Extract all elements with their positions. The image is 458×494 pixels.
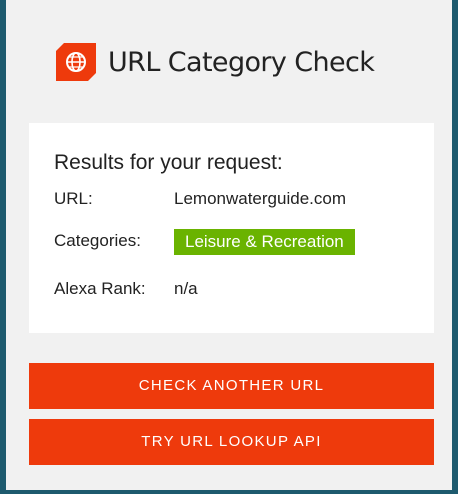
results-heading: Results for your request:	[54, 151, 283, 174]
category-badge: Leisure & Recreation	[174, 229, 355, 255]
categories-label: Categories:	[54, 231, 141, 250]
app-title: URL Category Check	[108, 46, 375, 78]
url-label: URL:	[54, 189, 93, 208]
check-another-url-button[interactable]: CHECK ANOTHER URL	[29, 363, 434, 409]
url-value: Lemonwaterguide.com	[174, 189, 346, 208]
globe-shield-icon	[56, 43, 96, 81]
try-url-lookup-api-button[interactable]: TRY URL LOOKUP API	[29, 419, 434, 465]
results-card: Results for your request: URL: Lemonwate…	[29, 123, 434, 333]
app-header: URL Category Check	[56, 42, 375, 82]
alexa-rank-value: n/a	[174, 279, 198, 298]
main-panel: URL Category Check Results for your requ…	[6, 0, 452, 490]
alexa-rank-label: Alexa Rank:	[54, 279, 146, 298]
